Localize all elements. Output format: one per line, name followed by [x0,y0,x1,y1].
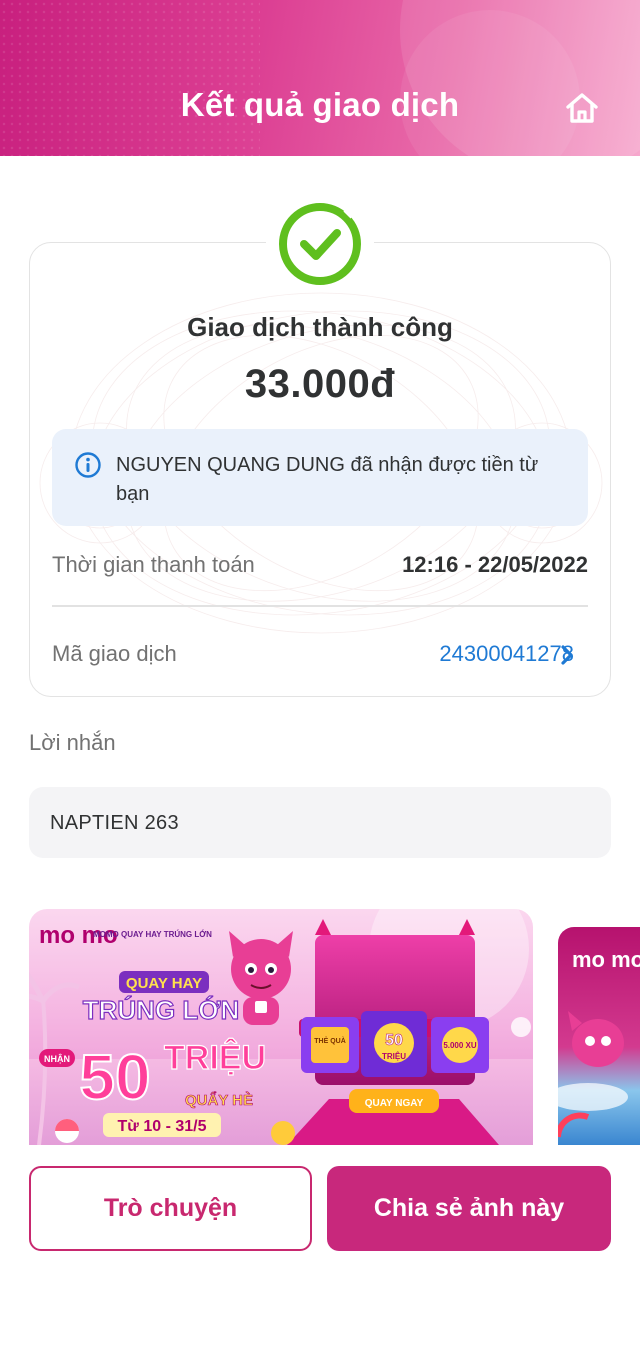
page-title: Kết quả giao dịch [180,86,460,123]
transaction-status: Giao dịch thành công [187,312,453,342]
status-icon-wrap [266,196,374,292]
message-box: NAPTIEN 263 [29,787,611,858]
divider [52,605,588,607]
promo-artwork-next: mo mo [558,947,640,1138]
svg-text:TRÚNG LỚN: TRÚNG LỚN [83,995,240,1025]
header-bar: Kết quả giao dịch [0,0,640,156]
svg-text:Từ 10 - 31/5: Từ 10 - 31/5 [118,1118,207,1135]
svg-text:TRIỆU: TRIỆU [382,1052,406,1061]
payment-time-value: 12:16 - 22/05/2022 [402,552,588,577]
promo-banner-next[interactable]: mo mo [558,927,640,1145]
svg-text:50: 50 [79,1041,150,1113]
transaction-id-label: Mã giao dịch [52,641,177,666]
promo-artwork: mo mo MOMO QUAY HAY TRÚNG LỚN QUAY HAY T… [29,909,533,1145]
transaction-amount: 33.000đ [244,362,396,406]
header-pattern [0,0,260,156]
svg-text:MOMO QUAY HAY TRÚNG LỚN: MOMO QUAY HAY TRÚNG LỚN [93,930,212,939]
chevron-right-icon[interactable] [558,643,576,667]
svg-text:50: 50 [385,1032,403,1049]
svg-text:TRIỆU: TRIỆU [164,1039,266,1077]
svg-text:5.000 XU: 5.000 XU [443,1041,477,1050]
recipient-info-text: NGUYEN QUANG DUNG đã nhận được tiền từ b… [116,454,539,505]
svg-text:mo mo: mo mo [572,947,640,972]
message-text: NAPTIEN 263 [50,812,179,834]
promo-banner[interactable]: mo mo MOMO QUAY HAY TRÚNG LỚN QUAY HAY T… [29,909,533,1145]
svg-text:QUAY HAY: QUAY HAY [126,975,202,992]
svg-text:QUẨY HÈ: QUẨY HÈ [185,1091,253,1109]
recipient-info-box: NGUYEN QUANG DUNG đã nhận được tiền từ b… [52,429,588,526]
svg-text:THẺ QUÀ: THẺ QUÀ [314,1036,346,1045]
check-circle-icon [279,203,361,285]
svg-text:NHẬN: NHẬN [44,1053,70,1064]
svg-text:QUAY NGAY: QUAY NGAY [365,1098,424,1109]
mascot [568,1011,624,1067]
home-icon [566,93,598,123]
share-image-button[interactable]: Chia sẻ ảnh này [327,1166,611,1251]
message-label: Lời nhắn [29,730,116,755]
payment-time-label: Thời gian thanh toán [52,552,255,577]
transaction-id-link[interactable]: 24300041278 [439,641,574,667]
chat-button[interactable]: Trò chuyện [29,1166,312,1251]
home-button[interactable] [562,88,602,128]
info-icon [75,452,101,478]
